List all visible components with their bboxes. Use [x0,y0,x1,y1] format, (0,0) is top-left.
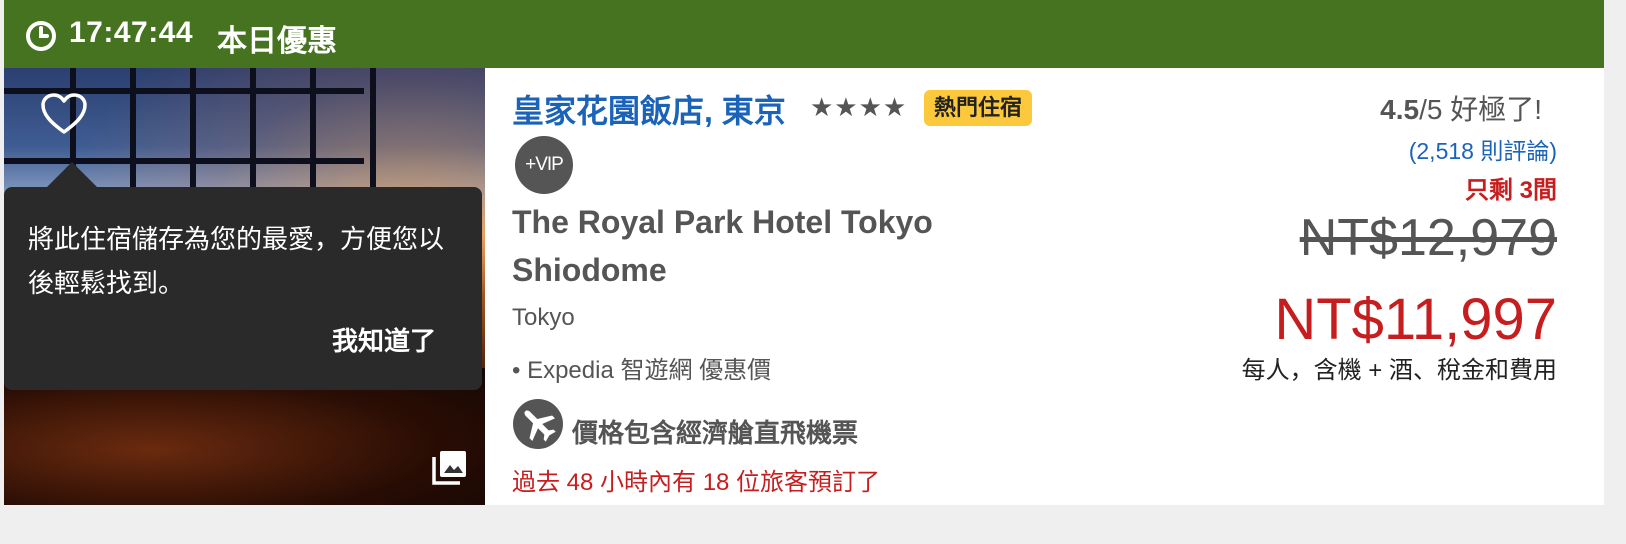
deal-countdown: 17:47:44 [69,16,194,49]
original-price: NT$12,979 [1299,209,1557,267]
heart-icon[interactable] [40,92,88,136]
guest-rating: 4.5/5 好極了! [1380,88,1542,128]
discounted-price[interactable]: NT$11,997 [1274,286,1557,353]
star-rating: ★★★★ [810,92,908,122]
hotel-city: Tokyo [512,304,575,331]
vip-badge: +VIP [515,136,573,194]
rating-score: 4.5 [1380,94,1420,125]
flight-included-note: 價格包含經濟艙直飛機票 [572,418,859,448]
deal-label: 本日優惠 [217,25,337,58]
price-note: 每人，含機 + 酒、稅金和費用 [1241,357,1557,384]
tooltip-dismiss-button[interactable]: 我知道了 [332,321,436,358]
hotel-name-link[interactable]: 皇家花園飯店, 東京 [512,86,786,132]
tooltip-arrow [46,162,98,188]
clock-icon [26,21,56,51]
partner-note: • Expedia 智遊網 優惠價 [512,357,772,384]
popular-badge: 熱門住宿 [924,90,1033,126]
tooltip-text: 將此住宿儲存為您的最愛，方便您以後輕鬆找到。 [28,224,445,298]
rooms-left-alert: 只剩 3間 [1464,177,1557,204]
gallery-icon[interactable] [432,449,468,485]
favorite-tooltip: 將此住宿儲存為您的最愛，方便您以後輕鬆找到。 我知道了 [4,187,482,390]
hotel-name-english: The Royal Park Hotel Tokyo Shiodome [512,204,933,288]
rating-label: /5 好極了! [1419,94,1542,125]
recent-bookings-note: 過去 48 小時內有 18 位旅客預訂了 [512,469,881,496]
deal-bar: 17:47:44 本日優惠 [4,0,1604,68]
review-count-link[interactable]: (2,518 則評論) [1409,132,1557,166]
hotel-card[interactable]: 17:47:44 本日優惠 將此住宿儲存為您的最愛，方便您以後輕鬆找到。 我知道… [4,0,1604,505]
plane-icon [513,399,563,449]
